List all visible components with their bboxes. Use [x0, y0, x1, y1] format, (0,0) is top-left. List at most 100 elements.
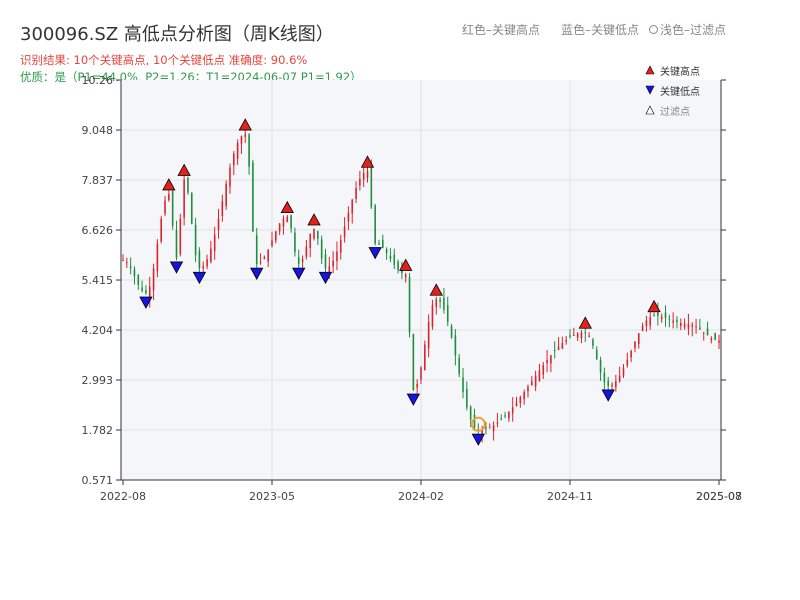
candle-body [679, 323, 682, 327]
candle-body [122, 259, 124, 261]
candle-body [485, 427, 487, 429]
candle-body [267, 249, 269, 262]
candle [160, 215, 163, 244]
candle-body [252, 162, 254, 232]
legend-high-label: 关键高点 [660, 65, 700, 78]
candle-body [187, 177, 189, 193]
candle [171, 187, 174, 230]
candle-body [362, 173, 365, 180]
candle-body [129, 266, 132, 269]
candle-body [240, 136, 243, 144]
candle-body [255, 235, 258, 265]
candle-body [194, 224, 197, 256]
candle-body [309, 234, 312, 249]
candle-body [565, 339, 567, 342]
candle-body [152, 268, 155, 291]
candle-body [229, 167, 231, 187]
candle-body [580, 332, 583, 339]
candle-body [282, 218, 285, 227]
candle-body [573, 334, 575, 336]
candle-body [217, 218, 220, 230]
candle-body [397, 261, 399, 270]
candle-body [702, 332, 705, 334]
candle-body [561, 342, 564, 349]
candle [179, 213, 182, 257]
candle-body [301, 258, 304, 262]
candle-body [286, 216, 289, 223]
candle [374, 203, 376, 246]
candle-body [553, 350, 556, 352]
y-tick-label: 6.626 [82, 224, 114, 237]
candle-body [607, 380, 610, 386]
candle-body [710, 338, 713, 341]
candle-body [706, 328, 709, 336]
candle-body [198, 250, 201, 269]
candle-body [221, 201, 224, 216]
candle-body [576, 333, 579, 338]
candle-body [183, 179, 185, 218]
candle-body [320, 239, 323, 259]
candle [412, 333, 415, 391]
y-tick-label: 7.837 [82, 174, 114, 187]
candle-body [359, 178, 361, 186]
candle-body [179, 218, 182, 254]
candle-body [171, 191, 174, 226]
candle-body [385, 249, 388, 254]
candle-body [641, 326, 644, 331]
candle [225, 180, 227, 210]
candle-body [404, 274, 407, 278]
candle-body [389, 255, 392, 259]
candle-body [599, 359, 602, 373]
candle-body [538, 370, 541, 381]
x-tick-label: 2025-08 [696, 490, 742, 503]
candle-body [523, 392, 525, 400]
candle-body [488, 427, 491, 429]
candle-body [412, 333, 415, 391]
candle-body [714, 332, 716, 340]
candle-body [378, 243, 380, 245]
candle-body [225, 183, 227, 207]
candle-body [588, 335, 590, 337]
candle-body [695, 326, 697, 328]
candle-body [393, 254, 396, 265]
candle-body [339, 239, 342, 253]
candle-body [137, 274, 140, 285]
candle-body [672, 320, 674, 323]
candle-body [244, 134, 247, 137]
candle-body [202, 265, 205, 269]
y-tick-label: 10.26 [82, 74, 114, 87]
candle [252, 159, 254, 232]
legend-filtered-label: 过滤点 [660, 105, 690, 118]
candle-body [381, 239, 384, 249]
candle-body [343, 226, 346, 237]
candle [190, 192, 193, 225]
candle-body [469, 406, 472, 420]
y-tick-label: 9.048 [82, 124, 114, 137]
candle-body [454, 335, 457, 356]
candle-body [133, 269, 136, 277]
candle-body [668, 318, 671, 320]
candle-body [660, 316, 663, 319]
candle-body [446, 305, 449, 322]
candle-body [618, 375, 621, 382]
candle [424, 340, 426, 371]
candle-body [164, 200, 166, 214]
candle-body [530, 381, 533, 385]
candle-body [569, 335, 571, 338]
legend-low-label: 关键低点 [660, 85, 700, 98]
candle-body [687, 323, 690, 329]
candle-body [317, 231, 319, 239]
candle-body [148, 286, 151, 298]
candle-body [336, 251, 338, 261]
candle-body [603, 372, 606, 383]
candle-body [649, 316, 652, 326]
candle-body [504, 415, 506, 417]
candle-body [313, 229, 315, 239]
y-tick-label: 2.993 [82, 374, 114, 387]
candle-body [424, 344, 426, 371]
x-tick-label: 2023-05 [249, 490, 295, 503]
candle-body [500, 418, 503, 420]
candle-body [611, 384, 613, 387]
x-tick-label: 2022-08 [100, 490, 146, 503]
candle-body [275, 231, 277, 241]
